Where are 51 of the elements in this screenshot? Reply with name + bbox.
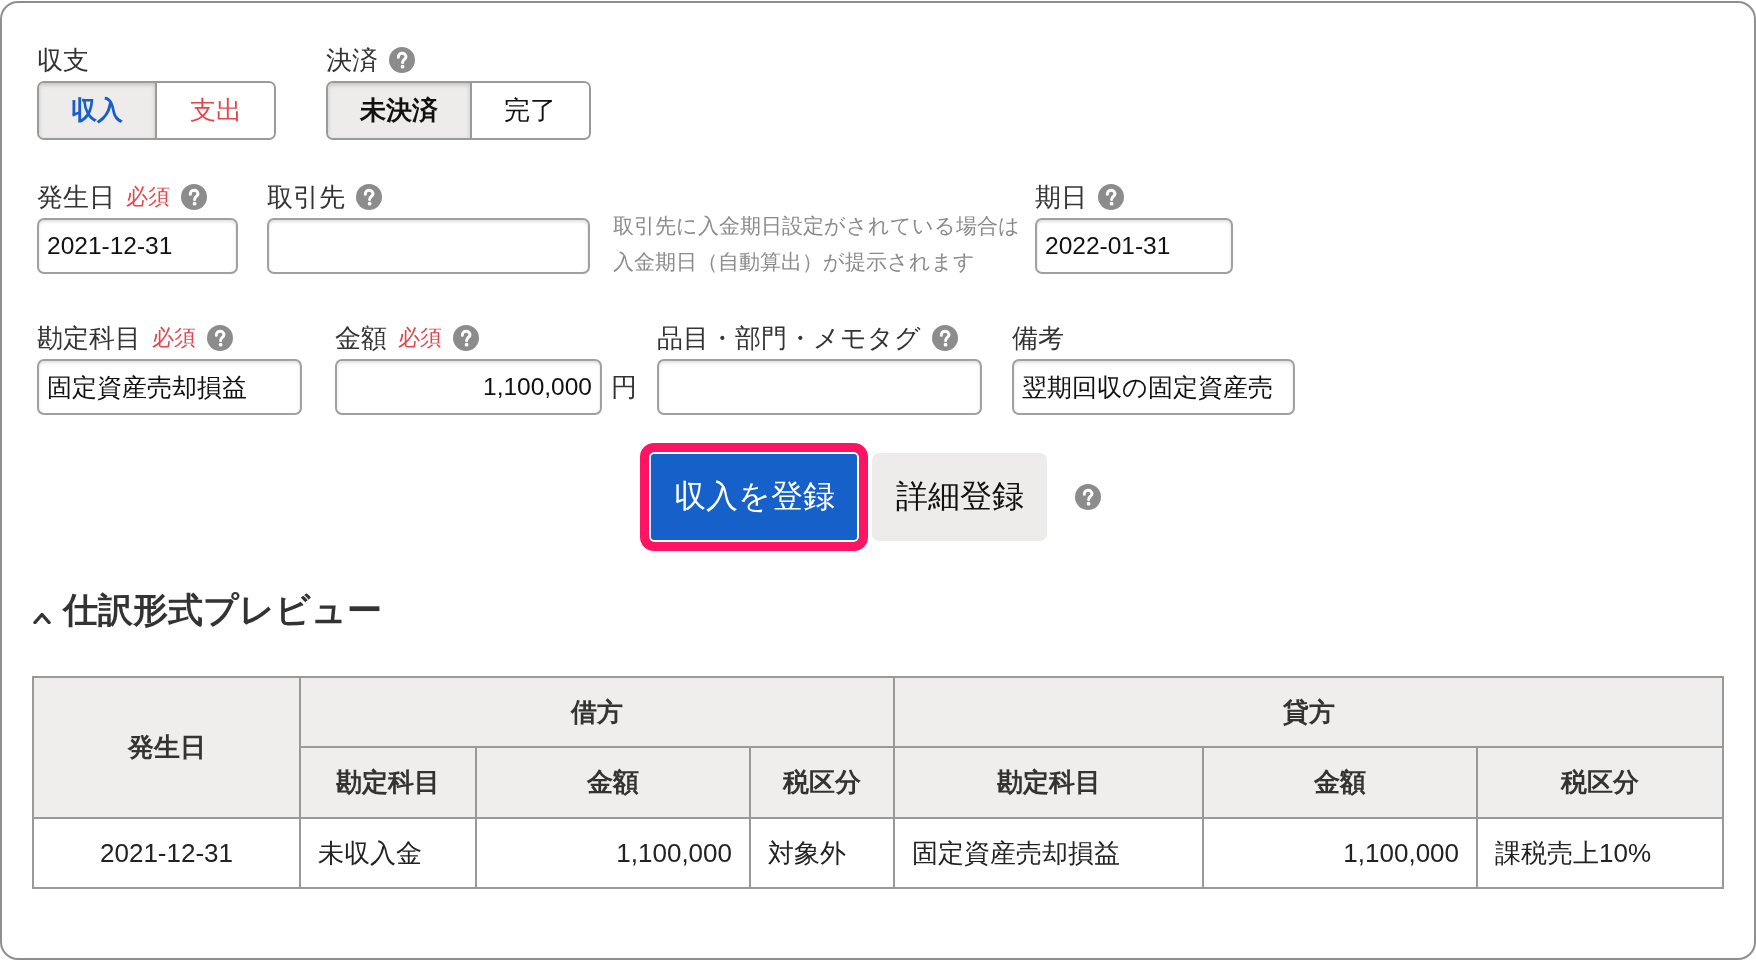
table-cell: 対象外 [750, 818, 894, 888]
input-field[interactable]: 固定資産売却損益 [37, 359, 302, 415]
segment-button[interactable]: 未決済 [328, 83, 472, 138]
field-label: 品目・部門・メモタグ [657, 321, 921, 355]
chevron-up-icon [33, 612, 51, 624]
column-header: 金額 [1203, 747, 1477, 818]
input-field[interactable]: 翌期回収の固定資産売 [1012, 359, 1295, 415]
field-label: 決済 [326, 43, 378, 77]
help-icon[interactable] [181, 184, 207, 210]
table-cell: 1,100,000 [1203, 818, 1477, 888]
segment-button[interactable]: 収入 [39, 83, 157, 138]
amount-field[interactable]: 1,100,000 [335, 359, 602, 415]
field-label: 金額 [335, 321, 387, 355]
table-cell: 課税売上10% [1477, 818, 1724, 888]
input-field[interactable] [657, 359, 982, 415]
field-label: 期日 [1035, 180, 1087, 214]
column-group-header: 借方 [300, 677, 894, 747]
help-icon[interactable] [1075, 484, 1101, 510]
hint-text: 取引先に入金期日設定がされている場合は入金期日（自動算出）が提示されます [613, 213, 1021, 275]
help-icon[interactable] [389, 47, 415, 73]
column-header: 勘定科目 [300, 747, 476, 818]
field-label: 勘定科目 [37, 321, 141, 355]
required-text: 必須 [126, 183, 170, 211]
help-icon[interactable] [453, 325, 479, 351]
field-label: 収支 [37, 43, 89, 77]
help-icon[interactable] [356, 184, 382, 210]
unit-text: 円 [611, 370, 637, 404]
table-cell: 固定資産売却損益 [894, 818, 1203, 888]
column-header: 勘定科目 [894, 747, 1203, 818]
preview-toggle[interactable]: 仕訳形式プレビュー [33, 589, 382, 631]
register-button[interactable]: 収入を登録 [640, 443, 868, 551]
help-icon[interactable] [1098, 184, 1124, 210]
field-label: 取引先 [267, 180, 345, 214]
input-field[interactable] [267, 218, 590, 274]
column-group-header: 貸方 [894, 677, 1724, 747]
help-icon[interactable] [207, 325, 233, 351]
field-label: 発生日 [37, 180, 115, 214]
detail-button[interactable]: 詳細登録 [872, 453, 1047, 541]
table-cell: 未収入金 [300, 818, 476, 888]
required-text: 必須 [398, 324, 442, 352]
table-cell: 2021-12-31 [33, 818, 300, 888]
field-label: 備考 [1012, 321, 1064, 355]
help-icon[interactable] [932, 325, 958, 351]
column-header: 発生日 [33, 677, 300, 818]
input-field[interactable]: 2021-12-31 [37, 218, 238, 274]
column-header: 税区分 [1477, 747, 1724, 818]
column-header: 税区分 [750, 747, 894, 818]
table-cell: 1,100,000 [476, 818, 750, 888]
input-field[interactable]: 2022-01-31 [1035, 218, 1233, 274]
required-text: 必須 [152, 324, 196, 352]
column-header: 金額 [476, 747, 750, 818]
